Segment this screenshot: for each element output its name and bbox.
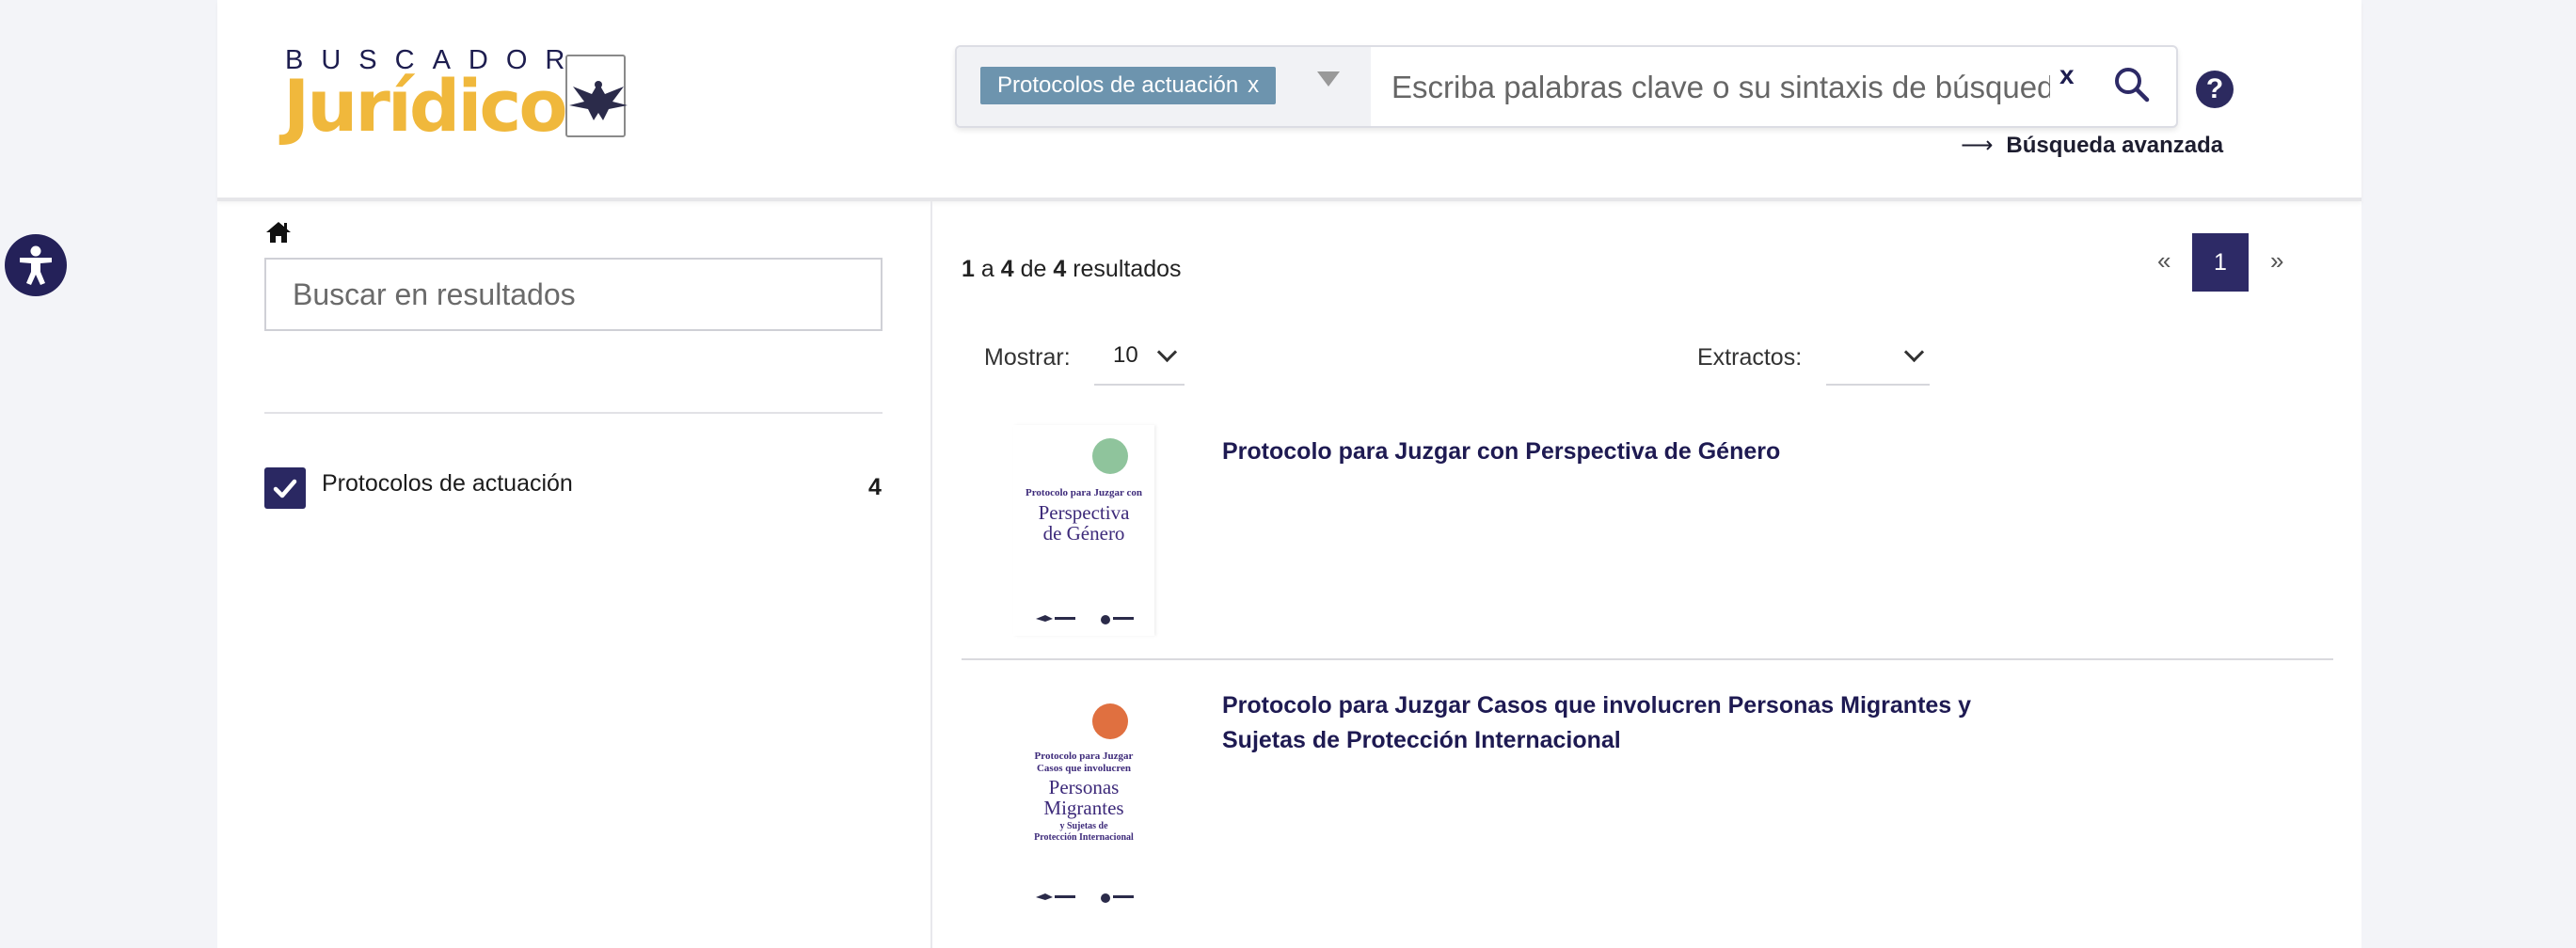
accessibility-icon	[20, 245, 52, 285]
results-word: resultados	[1073, 256, 1182, 282]
facet-checkbox-protocolos[interactable]	[264, 467, 306, 509]
site-header: BUSCADOR Jurídico Protocolos de actuació…	[217, 0, 2361, 201]
page-size-label: Mostrar:	[984, 344, 1071, 371]
clear-search-button[interactable]: x	[2059, 60, 2075, 90]
page-size-select[interactable]: 10	[1094, 324, 1185, 386]
filters-sidebar: Protocolos de actuación 4	[217, 201, 932, 948]
result-cover-thumbnail[interactable]: Protocolo para Juzgar con Perspectiva de…	[1013, 425, 1154, 636]
facet-label: Protocolos de actuación	[322, 470, 573, 497]
eagle-icon	[569, 81, 628, 120]
search-filter-dropdown[interactable]: Protocolos de actuación x	[957, 47, 1371, 126]
results-panel: 1 a 4 de 4 resultados « 1 » Mostrar: 10 …	[932, 201, 2361, 948]
accessibility-button[interactable]	[5, 234, 67, 296]
results-a: a	[980, 256, 994, 282]
results-to: 4	[1000, 256, 1014, 282]
cover-big-text: Personas	[1048, 776, 1120, 798]
cover-tiny-text: Protección Internacional	[1034, 832, 1134, 843]
checkmark-icon	[273, 479, 297, 498]
result-item: Protocolo para Juzgar Casos que involucr…	[962, 660, 2333, 948]
page-container: BUSCADOR Jurídico Protocolos de actuació…	[217, 0, 2361, 948]
results-from: 1	[962, 256, 975, 282]
cover-small-text: Protocolo para Juzgar con	[1026, 487, 1142, 498]
cover-big-text: de Género	[1042, 522, 1125, 545]
extracts-select[interactable]	[1826, 324, 1930, 386]
results-de: de	[1020, 256, 1047, 282]
cover-footer-logos	[1036, 615, 1134, 624]
result-item: Protocolo para Juzgar con Perspectiva de…	[962, 425, 2333, 660]
pagination-next[interactable]: »	[2270, 246, 2283, 276]
caret-down-icon[interactable]	[1317, 71, 1340, 87]
filter-chip-label: Protocolos de actuación	[997, 72, 1239, 98]
arrow-right-icon: ⟶	[1961, 133, 1994, 158]
cover-dot	[1092, 438, 1128, 474]
search-icon[interactable]	[2109, 62, 2155, 107]
search-input[interactable]	[1390, 56, 2052, 118]
chevron-down-icon	[1903, 341, 1925, 363]
result-title-link[interactable]: Protocolo para Juzgar Casos que involucr…	[1222, 688, 2050, 758]
results-summary: 1 a 4 de 4 resultados	[962, 256, 1182, 283]
divider	[264, 412, 883, 414]
search-bar: Protocolos de actuación x x	[955, 45, 2178, 128]
results-total: 4	[1053, 256, 1067, 282]
buscador-juridico-logo[interactable]: BUSCADOR Jurídico	[283, 45, 631, 158]
advanced-search-link[interactable]: ⟶ Búsqueda avanzada	[1961, 132, 2223, 159]
cover-big-text: Perspectiva	[1038, 501, 1130, 524]
page-size-value: 10	[1113, 342, 1138, 368]
cover-footer-logos	[1036, 893, 1134, 903]
cover-small-text: Protocolo para Juzgar	[1034, 750, 1134, 762]
filter-chip: Protocolos de actuación x	[980, 67, 1277, 104]
pagination-prev[interactable]: «	[2157, 246, 2171, 276]
search-in-results-input[interactable]	[264, 258, 883, 331]
pagination-page-current[interactable]: 1	[2192, 233, 2249, 292]
cover-small-text: Casos que involucren	[1036, 763, 1132, 774]
chevron-down-icon	[1156, 341, 1178, 363]
facet-count: 4	[868, 474, 882, 500]
help-button[interactable]: ?	[2196, 71, 2234, 108]
cover-tiny-text: y Sujetas de	[1059, 821, 1108, 831]
home-icon[interactable]	[264, 218, 293, 246]
cover-big-text: Migrantes	[1043, 797, 1124, 819]
extracts-label: Extractos:	[1697, 344, 1803, 371]
result-title-link[interactable]: Protocolo para Juzgar con Perspectiva de…	[1222, 434, 2050, 469]
advanced-search-label: Búsqueda avanzada	[2006, 133, 2224, 158]
result-cover-thumbnail[interactable]: Protocolo para Juzgar Casos que involucr…	[1013, 698, 1154, 914]
cover-dot	[1092, 703, 1128, 739]
logo-main-text: Jurídico	[283, 64, 568, 148]
filter-chip-remove-button[interactable]: x	[1248, 72, 1259, 98]
